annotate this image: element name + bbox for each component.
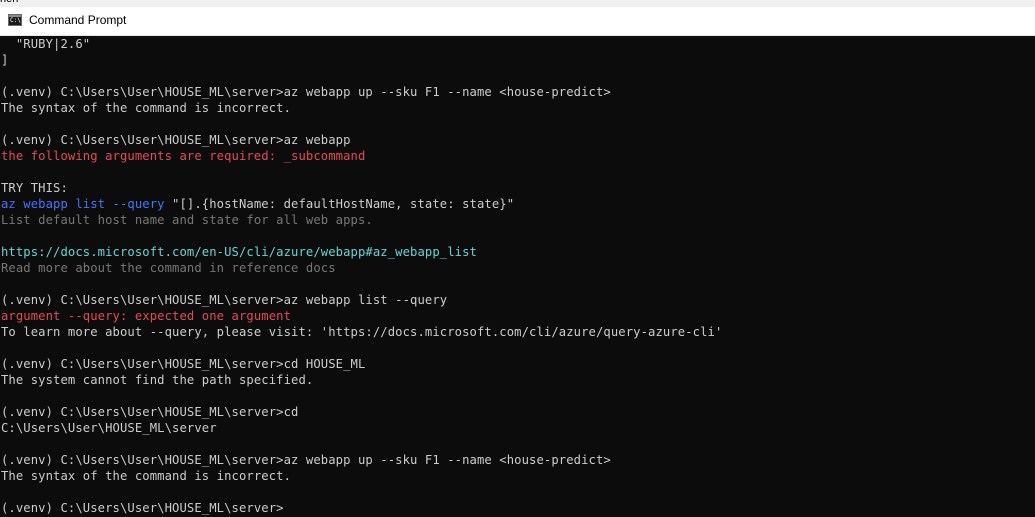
console-line: (.venv) C:\Users\User\HOUSE_ML\server>cd…	[1, 356, 1035, 372]
background-window-text: hen	[0, 0, 18, 6]
console-line: TRY THIS:	[1, 180, 1035, 196]
console-text: The syntax of the command is incorrect.	[1, 101, 292, 115]
console-text: ]	[1, 53, 9, 67]
console-text: The syntax of the command is incorrect.	[1, 469, 292, 483]
cmd-icon-glyph: C:\	[10, 17, 21, 24]
desktop-screen: hen C:\ Command Prompt "RUBY|2.6"] (.venv…	[0, 0, 1035, 517]
console-line: the following arguments are required: _s…	[1, 148, 1035, 164]
console-text: TRY THIS:	[1, 181, 68, 195]
console-line: (.venv) C:\Users\User\HOUSE_ML\server>az…	[1, 292, 1035, 308]
console-line: C:\Users\User\HOUSE_ML\server	[1, 420, 1035, 436]
console-text: (.venv) C:\Users\User\HOUSE_ML\server>az…	[1, 453, 611, 467]
console-text: (.venv) C:\Users\User\HOUSE_ML\server>az…	[1, 293, 448, 307]
console-text: List default host name and state for all…	[1, 213, 373, 227]
console-output[interactable]: "RUBY|2.6"] (.venv) C:\Users\User\HOUSE_M…	[1, 36, 1035, 517]
console-text: argument --query: expected one argument	[1, 309, 292, 323]
background-window-strip: hen	[0, 0, 1035, 7]
console-line: The syntax of the command is incorrect.	[1, 468, 1035, 484]
console-text: "RUBY|2.6"	[1, 37, 91, 51]
cmd-icon: C:\	[8, 14, 22, 26]
console-text: (.venv) C:\Users\User\HOUSE_ML\server>cd…	[1, 357, 366, 371]
console-line: https://docs.microsoft.com/en-US/cli/azu…	[1, 244, 1035, 260]
window-titlebar[interactable]: C:\ Command Prompt	[0, 7, 1035, 36]
console-text: https://docs.microsoft.com/en-US/cli/azu…	[1, 245, 477, 259]
console-text: The system cannot find the path specifie…	[1, 373, 314, 387]
console-line: (.venv) C:\Users\User\HOUSE_ML\server>cd	[1, 404, 1035, 420]
console-text: "[].{hostName: defaultHostName, state: s…	[164, 197, 515, 211]
console-line: List default host name and state for all…	[1, 212, 1035, 228]
console-line: "RUBY|2.6"	[1, 36, 1035, 52]
window-title: Command Prompt	[29, 13, 127, 27]
console-line: (.venv) C:\Users\User\HOUSE_ML\server>az…	[1, 452, 1035, 468]
console-line: Read more about the command in reference…	[1, 260, 1035, 276]
console-line: (.venv) C:\Users\User\HOUSE_ML\server>az…	[1, 84, 1035, 100]
console-text: (.venv) C:\Users\User\HOUSE_ML\server>	[1, 501, 284, 515]
console-line: argument --query: expected one argument	[1, 308, 1035, 324]
console-line: The system cannot find the path specifie…	[1, 372, 1035, 388]
console-text: C:\Users\User\HOUSE_ML\server	[1, 421, 217, 435]
console-text: To learn more about --query, please visi…	[1, 325, 723, 339]
console-line: To learn more about --query, please visi…	[1, 324, 1035, 340]
console-line: (.venv) C:\Users\User\HOUSE_ML\server>	[1, 500, 1035, 516]
console-line: ]	[1, 52, 1035, 68]
console-text: (.venv) C:\Users\User\HOUSE_ML\server>cd	[1, 405, 299, 419]
console-text: the following arguments are required: _s…	[1, 149, 366, 163]
console-line: (.venv) C:\Users\User\HOUSE_ML\server>az…	[1, 132, 1035, 148]
console-line: The syntax of the command is incorrect.	[1, 100, 1035, 116]
console-line: az webapp list --query "[].{hostName: de…	[1, 196, 1035, 212]
console-text: Read more about the command in reference…	[1, 261, 336, 275]
console-text: (.venv) C:\Users\User\HOUSE_ML\server>az…	[1, 85, 611, 99]
console-text: az webapp list --query	[1, 197, 165, 211]
console-text: (.venv) C:\Users\User\HOUSE_ML\server>az…	[1, 133, 351, 147]
